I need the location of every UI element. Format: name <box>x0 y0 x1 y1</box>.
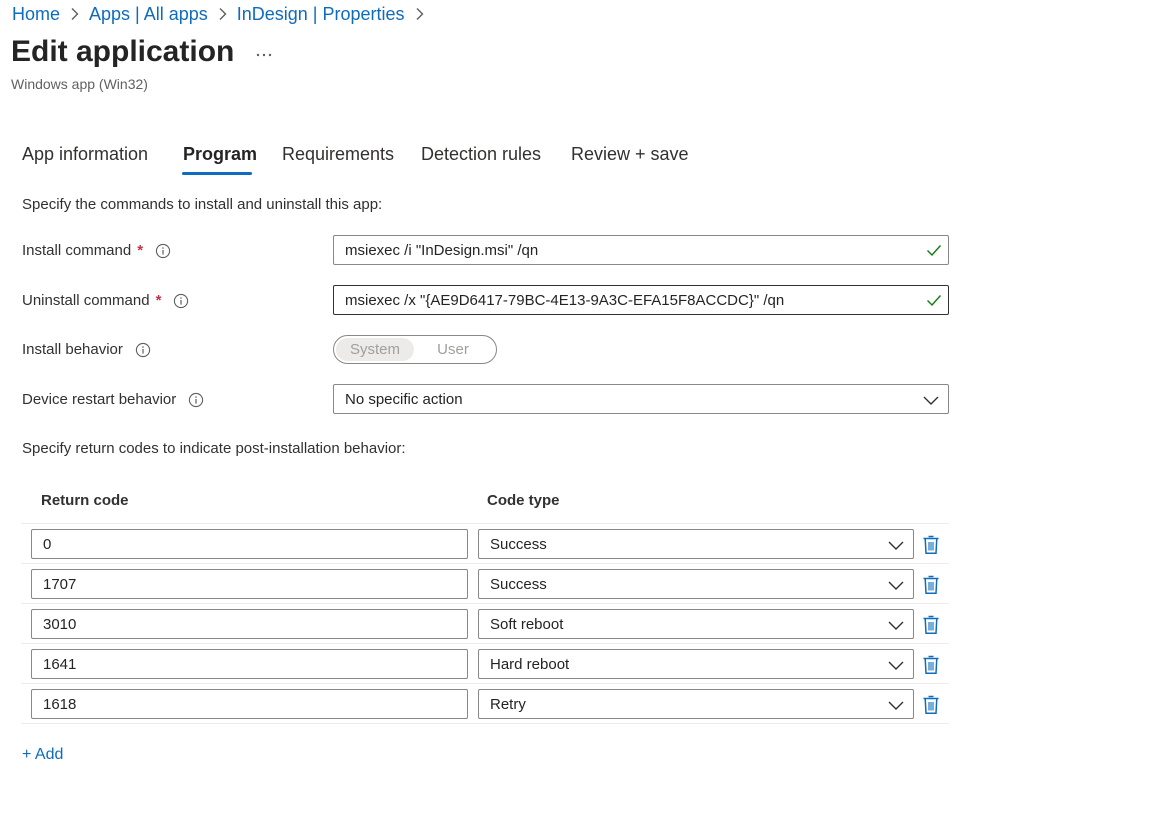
info-icon[interactable] <box>173 293 189 309</box>
checkmark-icon <box>925 241 943 259</box>
code-type-value: Retry <box>490 695 526 713</box>
breadcrumb-home[interactable]: Home <box>12 4 60 25</box>
row-divider <box>21 603 949 604</box>
delete-row-button[interactable] <box>921 693 941 715</box>
install-behavior-label: Install behavior <box>22 341 151 358</box>
code-type-dropdown[interactable]: Success <box>478 529 914 559</box>
tab-program[interactable]: Program <box>183 144 257 165</box>
trash-icon <box>923 575 939 594</box>
breadcrumb: Home Apps | All apps InDesign | Properti… <box>12 3 434 25</box>
page-subtitle: Windows app (Win32) <box>11 76 148 92</box>
tab-detection-rules[interactable]: Detection rules <box>421 144 541 165</box>
uninstall-command-label-text: Uninstall command <box>22 292 150 309</box>
device-restart-dropdown[interactable]: No specific action <box>333 384 949 414</box>
column-header-return-code: Return code <box>41 492 129 509</box>
code-type-dropdown[interactable]: Success <box>478 569 914 599</box>
chevron-down-icon <box>888 541 904 550</box>
table-header-divider <box>21 523 949 524</box>
row-divider <box>21 683 949 684</box>
device-restart-label-text: Device restart behavior <box>22 391 177 408</box>
add-return-code-link[interactable]: + Add <box>22 746 63 764</box>
tab-review-save[interactable]: Review + save <box>571 144 689 165</box>
install-command-label-text: Install command <box>22 242 132 259</box>
row-divider <box>21 723 949 724</box>
delete-row-button[interactable] <box>921 613 941 635</box>
tab-requirements[interactable]: Requirements <box>282 144 394 165</box>
install-behavior-toggle: System User <box>333 335 497 364</box>
chevron-down-icon <box>888 661 904 670</box>
column-header-code-type: Code type <box>487 492 560 509</box>
checkmark-icon <box>925 291 943 309</box>
breadcrumb-indesign-properties[interactable]: InDesign | Properties <box>237 4 405 25</box>
delete-row-button[interactable] <box>921 653 941 675</box>
row-divider <box>21 643 949 644</box>
code-type-dropdown[interactable]: Soft reboot <box>478 609 914 639</box>
return-code-input[interactable] <box>31 529 468 559</box>
code-type-value: Soft reboot <box>490 615 564 633</box>
commands-intro: Specify the commands to install and unin… <box>22 196 383 213</box>
more-horizontal-icon <box>256 53 272 57</box>
chevron-right-icon <box>411 5 429 23</box>
device-restart-value: No specific action <box>345 390 463 408</box>
device-restart-label: Device restart behavior <box>22 391 204 408</box>
info-icon[interactable] <box>188 392 204 408</box>
chevron-right-icon <box>214 5 232 23</box>
required-marker: * <box>155 292 162 309</box>
trash-icon <box>923 615 939 634</box>
install-command-label: Install command * <box>22 242 171 259</box>
install-command-input[interactable] <box>333 235 949 265</box>
required-marker: * <box>137 242 144 259</box>
chevron-down-icon <box>923 396 939 405</box>
uninstall-command-label: Uninstall command * <box>22 292 189 309</box>
return-code-input[interactable] <box>31 689 468 719</box>
trash-icon <box>923 695 939 714</box>
install-behavior-option-system[interactable]: System <box>336 338 414 361</box>
return-code-input[interactable] <box>31 649 468 679</box>
row-divider <box>21 563 949 564</box>
install-behavior-option-user[interactable]: User <box>414 338 492 361</box>
return-code-input[interactable] <box>31 569 468 599</box>
chevron-down-icon <box>888 621 904 630</box>
code-type-dropdown[interactable]: Retry <box>478 689 914 719</box>
chevron-down-icon <box>888 581 904 590</box>
chevron-down-icon <box>888 701 904 710</box>
delete-row-button[interactable] <box>921 533 941 555</box>
return-code-input[interactable] <box>31 609 468 639</box>
trash-icon <box>923 655 939 674</box>
return-codes-intro: Specify return codes to indicate post-in… <box>22 440 406 457</box>
breadcrumb-all-apps[interactable]: Apps | All apps <box>89 4 208 25</box>
install-behavior-label-text: Install behavior <box>22 341 123 358</box>
info-icon[interactable] <box>155 243 171 259</box>
active-tab-indicator <box>182 172 252 175</box>
code-type-value: Hard reboot <box>490 655 570 673</box>
code-type-value: Success <box>490 575 547 593</box>
more-options-button[interactable] <box>252 43 276 67</box>
page-title: Edit application <box>11 35 235 68</box>
chevron-right-icon <box>66 5 84 23</box>
code-type-dropdown[interactable]: Hard reboot <box>478 649 914 679</box>
trash-icon <box>923 535 939 554</box>
info-icon[interactable] <box>135 342 151 358</box>
delete-row-button[interactable] <box>921 573 941 595</box>
uninstall-command-input[interactable] <box>333 285 949 315</box>
tab-app-information[interactable]: App information <box>22 144 148 165</box>
code-type-value: Success <box>490 535 547 553</box>
